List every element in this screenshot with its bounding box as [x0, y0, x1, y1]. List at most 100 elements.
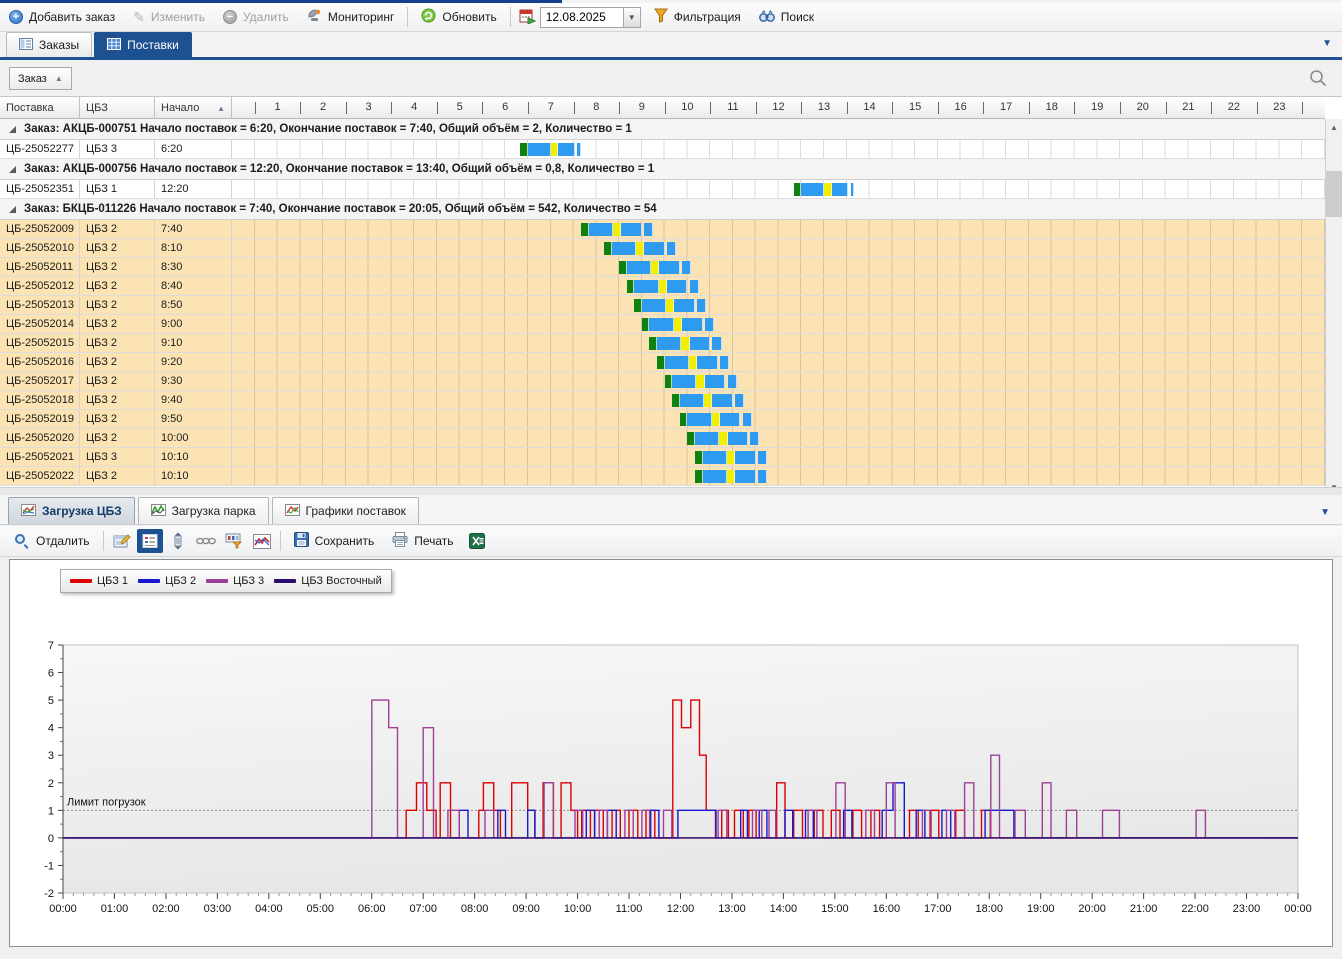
chart-legend[interactable]: ЦБЗ 1ЦБЗ 2ЦБЗ 3ЦБЗ Восточный [60, 569, 392, 593]
start-time-cell: 8:30 [155, 258, 232, 276]
svg-text:14:00: 14:00 [770, 903, 798, 915]
grid-search-icon[interactable] [1308, 68, 1328, 88]
bar-segment-blue [682, 261, 691, 274]
delivery-graphs-tab-label: Графики поставок [306, 504, 406, 518]
delivery-row[interactable]: ЦБ-25052020ЦБЗ 210:00 [0, 429, 1325, 448]
link-button[interactable] [193, 529, 219, 553]
delivery-gantt-bar[interactable] [794, 183, 855, 196]
collapse-icon[interactable] [8, 205, 17, 214]
hour-label: 5 [445, 101, 475, 113]
order-group-row[interactable]: Заказ: АКЦБ-000751 Начало поставок = 6:2… [0, 119, 1325, 140]
delivery-gantt-bar[interactable] [657, 356, 729, 369]
add-order-button[interactable]: + Добавить заказ [0, 5, 124, 30]
tab-deliveries[interactable]: Поставки [94, 32, 192, 57]
refresh-button[interactable]: Обновить [412, 5, 505, 30]
delivery-row[interactable]: ЦБ-25052017ЦБЗ 29:30 [0, 372, 1325, 391]
chart-properties-button[interactable] [109, 529, 135, 553]
monitoring-button[interactable]: Мониторинг [298, 5, 404, 30]
table-body: Заказ: АКЦБ-000751 Начало поставок = 6:2… [0, 119, 1325, 487]
delivery-row[interactable]: ЦБ-25052022ЦБЗ 210:10 [0, 467, 1325, 486]
plant-cell: ЦБЗ 2 [80, 353, 155, 371]
delivery-gantt-bar[interactable] [695, 470, 767, 483]
delivery-row[interactable]: ЦБ-25052021ЦБЗ 310:10 [0, 448, 1325, 467]
delivery-row[interactable]: ЦБ-25052016ЦБЗ 29:20 [0, 353, 1325, 372]
date-input[interactable] [541, 8, 623, 27]
hour-tick [1302, 102, 1303, 114]
scrollbar-thumb[interactable] [1326, 171, 1342, 217]
search-button[interactable]: Поиск [750, 5, 823, 30]
delivery-gantt-bar[interactable] [672, 394, 744, 407]
hour-label: 20 [1128, 101, 1158, 113]
zoom-out-button[interactable]: Отдалить [6, 529, 99, 554]
delivery-row[interactable]: ЦБ-25052013ЦБЗ 28:50 [0, 296, 1325, 315]
print-button[interactable]: Печать [383, 529, 462, 554]
delivery-row[interactable]: ЦБ-25052019ЦБЗ 29:50 [0, 410, 1325, 429]
delivery-row[interactable]: ЦБ-25052009ЦБЗ 27:40 [0, 220, 1325, 239]
delivery-gantt-bar[interactable] [634, 299, 706, 312]
bar-segment-blue [680, 394, 704, 407]
filter-button[interactable]: Фильтрация [645, 5, 750, 30]
excel-export-button[interactable] [464, 529, 490, 553]
tab-overflow-dropdown[interactable]: ▼ [1322, 38, 1332, 49]
delivery-gantt-bar[interactable] [687, 432, 759, 445]
hour-label: 4 [399, 101, 429, 113]
collapse-icon[interactable] [8, 165, 17, 174]
svg-text:00:00: 00:00 [49, 903, 77, 915]
group-by-order-button[interactable]: Заказ ▲ [9, 67, 72, 90]
series-view-button[interactable] [249, 529, 275, 553]
delivery-row[interactable]: ЦБ-25052015ЦБЗ 29:10 [0, 334, 1325, 353]
tab-orders[interactable]: Заказы [6, 32, 92, 57]
delivery-row[interactable]: ЦБ-25052351ЦБЗ 112:20 [0, 180, 1325, 199]
start-time-cell: 9:00 [155, 315, 232, 333]
tab-delivery-graphs[interactable]: Графики поставок [272, 497, 419, 524]
filter-series-button[interactable] [221, 529, 247, 553]
edit-order-button[interactable]: ✎ Изменить [124, 5, 214, 30]
panel-splitter[interactable] [0, 487, 1342, 495]
delivery-row[interactable]: ЦБ-25052018ЦБЗ 29:40 [0, 391, 1325, 410]
delivery-gantt-bar[interactable] [665, 375, 737, 388]
delivery-row[interactable]: ЦБ-25052277ЦБЗ 36:20 [0, 140, 1325, 159]
date-dropdown-button[interactable]: ▼ [623, 8, 640, 27]
refresh-icon [421, 8, 436, 26]
delivery-gantt-bar[interactable] [581, 223, 653, 236]
collapse-icon[interactable] [8, 125, 17, 134]
delivery-gantt-bar[interactable] [619, 261, 691, 274]
delivery-gantt-bar[interactable] [680, 413, 752, 426]
timeline-cell [232, 220, 1325, 238]
delete-icon: − [223, 10, 237, 24]
calendar-icon[interactable] [519, 8, 536, 27]
chart-legend-toggle-button[interactable] [137, 529, 163, 553]
column-header-delivery[interactable]: Поставка [0, 97, 80, 119]
order-group-row[interactable]: Заказ: АКЦБ-000756 Начало поставок = 12:… [0, 159, 1325, 180]
delivery-gantt-bar[interactable] [642, 318, 714, 331]
delivery-gantt-bar[interactable] [627, 280, 699, 293]
column-header-start-label: Начало [161, 102, 199, 114]
print-icon [392, 532, 408, 550]
column-header-plant[interactable]: ЦБЗ [80, 97, 155, 119]
timeline-cell [232, 180, 1325, 198]
delete-order-button[interactable]: − Удалить [214, 5, 298, 30]
column-header-start[interactable]: Начало ▲ [155, 97, 232, 119]
delivery-row[interactable]: ЦБ-25052011ЦБЗ 28:30 [0, 258, 1325, 277]
scroll-up-button[interactable]: ▲ [1326, 119, 1342, 135]
save-button[interactable]: Сохранить [285, 529, 384, 554]
vertical-scrollbar[interactable]: ▲ ▼ [1325, 119, 1342, 495]
tab-fleet-load[interactable]: Загрузка парка [138, 497, 269, 524]
delivery-gantt-bar[interactable] [695, 451, 767, 464]
toolbar-separator [280, 531, 281, 551]
hour-label: 14 [855, 101, 885, 113]
delivery-gantt-bar[interactable] [649, 337, 721, 350]
delivery-row[interactable]: ЦБ-25052012ЦБЗ 28:40 [0, 277, 1325, 296]
hour-tick [300, 102, 301, 114]
delivery-row[interactable]: ЦБ-25052010ЦБЗ 28:10 [0, 239, 1325, 258]
delivery-gantt-bar[interactable] [604, 242, 676, 255]
delivery-row[interactable]: ЦБ-25052014ЦБЗ 29:00 [0, 315, 1325, 334]
order-group-row[interactable]: Заказ: БКЦБ-011226 Начало поставок = 7:4… [0, 199, 1325, 220]
svg-text:03:00: 03:00 [204, 903, 232, 915]
axis-scale-button[interactable] [165, 529, 191, 553]
bar-segment-yellow [636, 242, 644, 255]
delivery-gantt-bar[interactable] [520, 143, 581, 156]
tab-plant-load[interactable]: Загрузка ЦБЗ [8, 497, 135, 524]
bottom-tab-overflow-dropdown[interactable]: ▼ [1320, 507, 1330, 518]
save-icon [294, 532, 309, 550]
